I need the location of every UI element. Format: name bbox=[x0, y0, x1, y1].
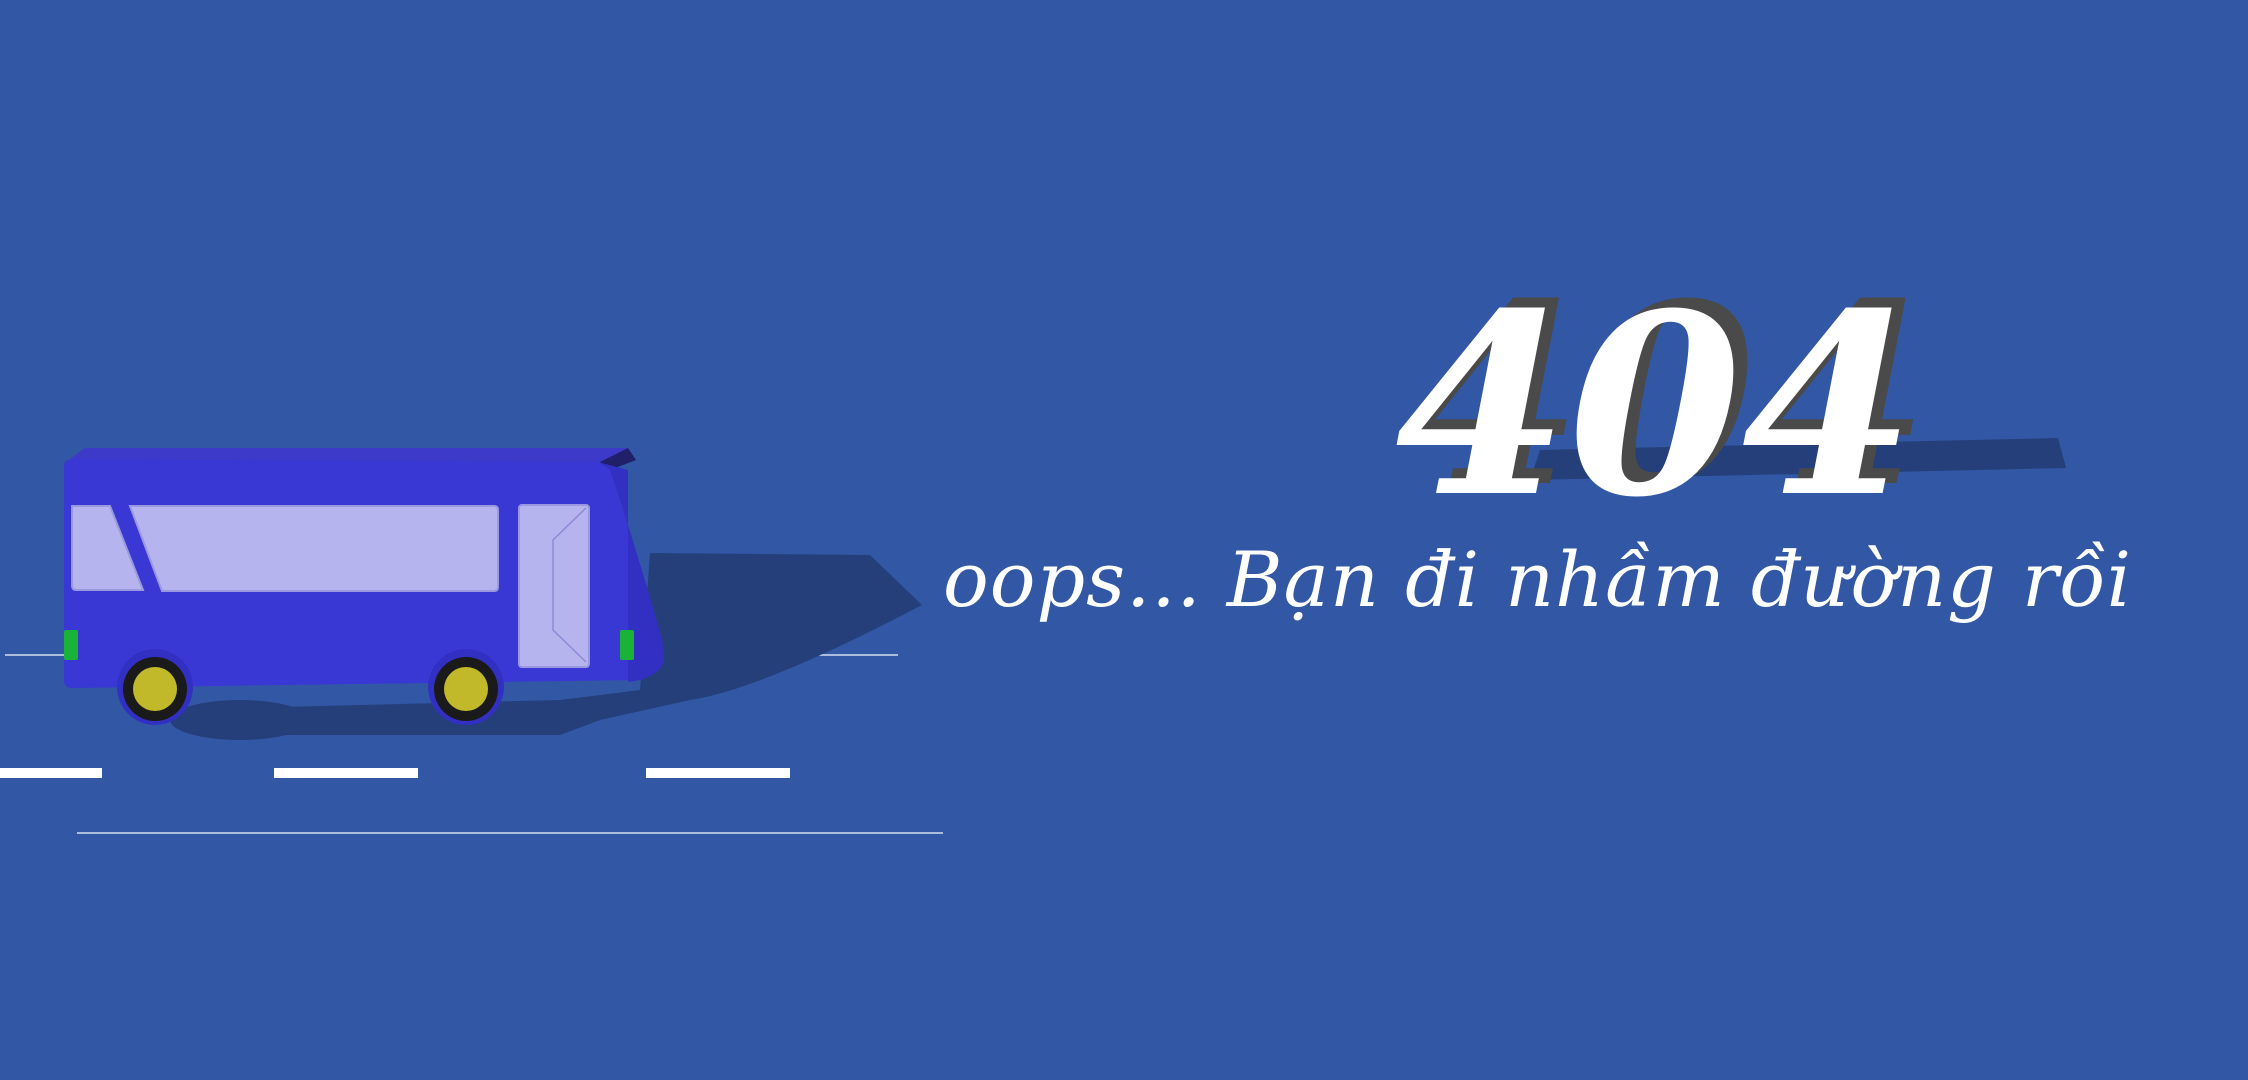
error-code-graphic: 404 404 bbox=[1395, 248, 1929, 552]
wheel-rim bbox=[444, 667, 488, 711]
error-404-page: 404 404 oops... Bạn đi nhầm đường rồi bbox=[0, 0, 2248, 1080]
wheel-shadow bbox=[170, 700, 310, 740]
bus-rear-light bbox=[64, 630, 78, 660]
error-message: oops... Bạn đi nhầm đường rồi bbox=[943, 535, 2133, 624]
bus-front-light bbox=[620, 630, 634, 660]
error-code-text: 404 bbox=[1395, 258, 1915, 525]
bus-window-main bbox=[128, 505, 499, 592]
road-dash bbox=[0, 768, 102, 778]
road-dash bbox=[274, 768, 418, 778]
bus-icon bbox=[64, 448, 664, 725]
error-code: 404 404 bbox=[1395, 235, 1955, 552]
road-dash bbox=[646, 768, 790, 778]
wheel-rim bbox=[133, 667, 177, 711]
wheel-icon bbox=[123, 657, 187, 721]
bus-door bbox=[518, 504, 590, 668]
wheel-icon bbox=[434, 657, 498, 721]
